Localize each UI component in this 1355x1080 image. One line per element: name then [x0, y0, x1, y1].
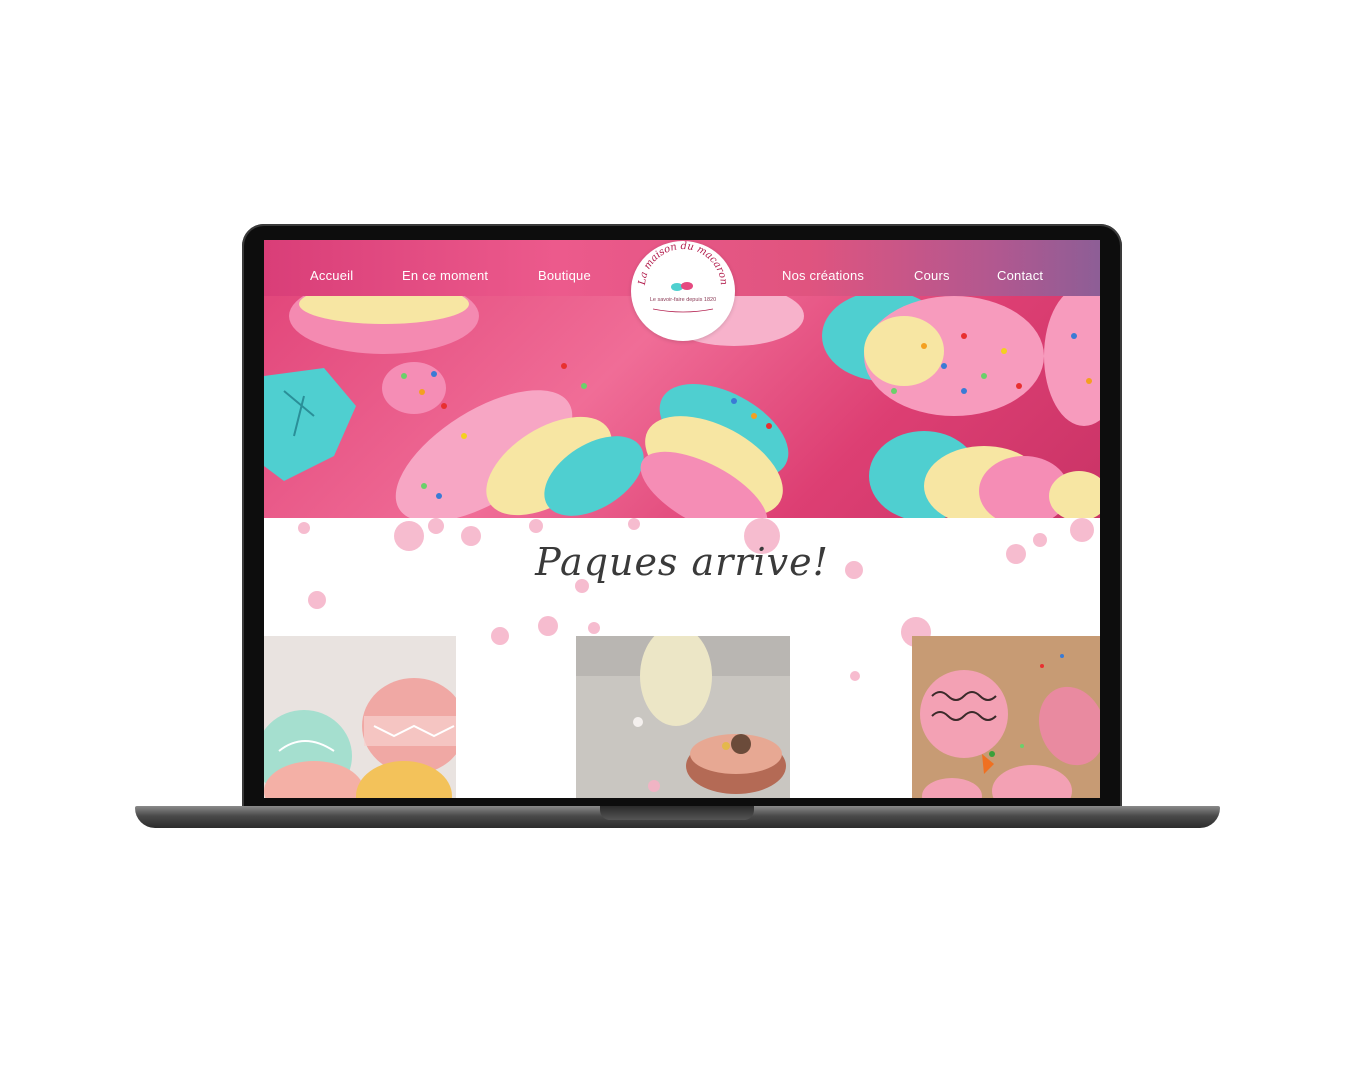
product-card[interactable] — [912, 636, 1100, 798]
nav-en-ce-moment[interactable]: En ce moment — [402, 268, 488, 283]
laptop-hinge-notch — [600, 806, 754, 820]
logo-mark: La maison du macaron — [637, 241, 729, 313]
browser-viewport: Accueil En ce moment Boutique Nos créati… — [264, 240, 1100, 798]
nav-cours[interactable]: Cours — [914, 268, 950, 283]
product-card[interactable] — [264, 636, 456, 798]
site-logo[interactable]: La maison du macaron Le savoir-faire dep… — [631, 241, 735, 341]
product-card[interactable] — [576, 636, 790, 798]
decorated-easter-eggs-photo — [264, 636, 456, 798]
bunny-macaron-photo — [576, 636, 790, 798]
easter-egg-macarons-photo — [912, 636, 1100, 798]
nav-contact[interactable]: Contact — [997, 268, 1043, 283]
section-title: Paques arrive! — [535, 540, 829, 584]
logo-name: La maison du macaron — [637, 241, 729, 287]
logo-tagline: Le savoir-faire depuis 1820 — [649, 297, 717, 303]
nav-boutique[interactable]: Boutique — [538, 268, 591, 283]
nav-accueil[interactable]: Accueil — [310, 268, 353, 283]
svg-text:La maison du macaron: La maison du macaron — [637, 241, 729, 287]
nav-nos-creations[interactable]: Nos créations — [782, 268, 864, 283]
